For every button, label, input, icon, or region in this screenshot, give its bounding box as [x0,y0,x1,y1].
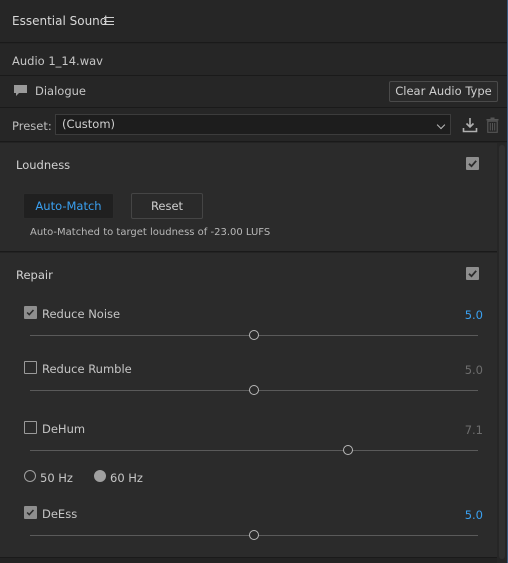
preset-value: (Custom) [62,117,116,131]
radio-50hz-label: 50 Hz [40,471,73,485]
dehum-slider-thumb[interactable] [343,445,354,455]
checkmark-icon [468,160,477,168]
loudness-section: Loudness Auto-Match Reset Auto-Matched t… [0,143,497,252]
essential-sound-panel: Essential Sound Audio 1_14.wav Dialogue … [0,0,508,563]
reduce-noise-value[interactable]: 5.0 [465,308,483,322]
preset-row: Preset: (Custom) [0,108,507,142]
auto-match-button[interactable]: Auto-Match [23,193,114,219]
auto-match-note: Auto-Matched to target loudness of -23.0… [30,227,271,238]
preset-dropdown[interactable]: (Custom) [55,114,451,135]
radio-60hz-label: 60 Hz [110,471,143,485]
deess-label: DeEss [42,507,78,521]
preset-label: Preset: [12,119,52,133]
reduce-rumble-slider-thumb[interactable] [249,385,259,395]
reduce-noise-slider-thumb[interactable] [249,330,259,340]
speech-bubble-icon [14,85,27,96]
radio-50hz[interactable] [24,470,36,482]
repair-enable-checkbox[interactable] [466,267,479,280]
reset-button[interactable]: Reset [131,193,203,219]
reduce-noise-label: Reduce Noise [42,307,121,321]
delete-preset-icon[interactable] [486,117,499,133]
radio-60hz[interactable] [94,470,106,482]
dehum-slider[interactable] [30,445,478,455]
reduce-noise-checkbox[interactable] [24,306,37,319]
dehum-value[interactable]: 7.1 [465,423,483,437]
panel-scrollbar[interactable] [497,143,507,563]
checkmark-icon [26,509,35,516]
save-preset-icon[interactable] [462,117,478,133]
reduce-rumble-checkbox[interactable] [24,361,37,374]
checkmark-icon [26,309,35,316]
dehum-label: DeHum [42,422,86,436]
deess-slider-thumb[interactable] [249,530,259,540]
repair-section: Repair Reduce Noise 5.0 Reduce Rumble 5.… [0,253,497,558]
clear-audio-type-button[interactable]: Clear Audio Type [389,81,498,102]
panel-menu-icon[interactable] [104,17,114,25]
chevron-down-icon [436,120,446,130]
scrollbar-thumb[interactable] [499,145,505,559]
checkmark-icon [468,270,477,278]
deess-checkbox[interactable] [24,506,37,519]
clip-name-row: Audio 1_14.wav [0,44,507,76]
repair-title: Repair [16,268,53,282]
dehum-checkbox[interactable] [24,421,37,434]
deess-slider[interactable] [30,530,478,540]
panel-title: Essential Sound [12,14,108,28]
panel-titlebar: Essential Sound [0,0,507,43]
reduce-rumble-value[interactable]: 5.0 [465,363,483,377]
audio-type-row: Dialogue Clear Audio Type [0,76,507,108]
reduce-rumble-label: Reduce Rumble [42,362,132,376]
deess-value[interactable]: 5.0 [465,508,483,522]
clip-file-name: Audio 1_14.wav [12,54,103,68]
audio-type-label: Dialogue [35,84,86,98]
reduce-noise-slider[interactable] [30,330,478,340]
loudness-title: Loudness [16,158,71,172]
reduce-rumble-slider[interactable] [30,385,478,395]
loudness-enable-checkbox[interactable] [466,157,479,170]
